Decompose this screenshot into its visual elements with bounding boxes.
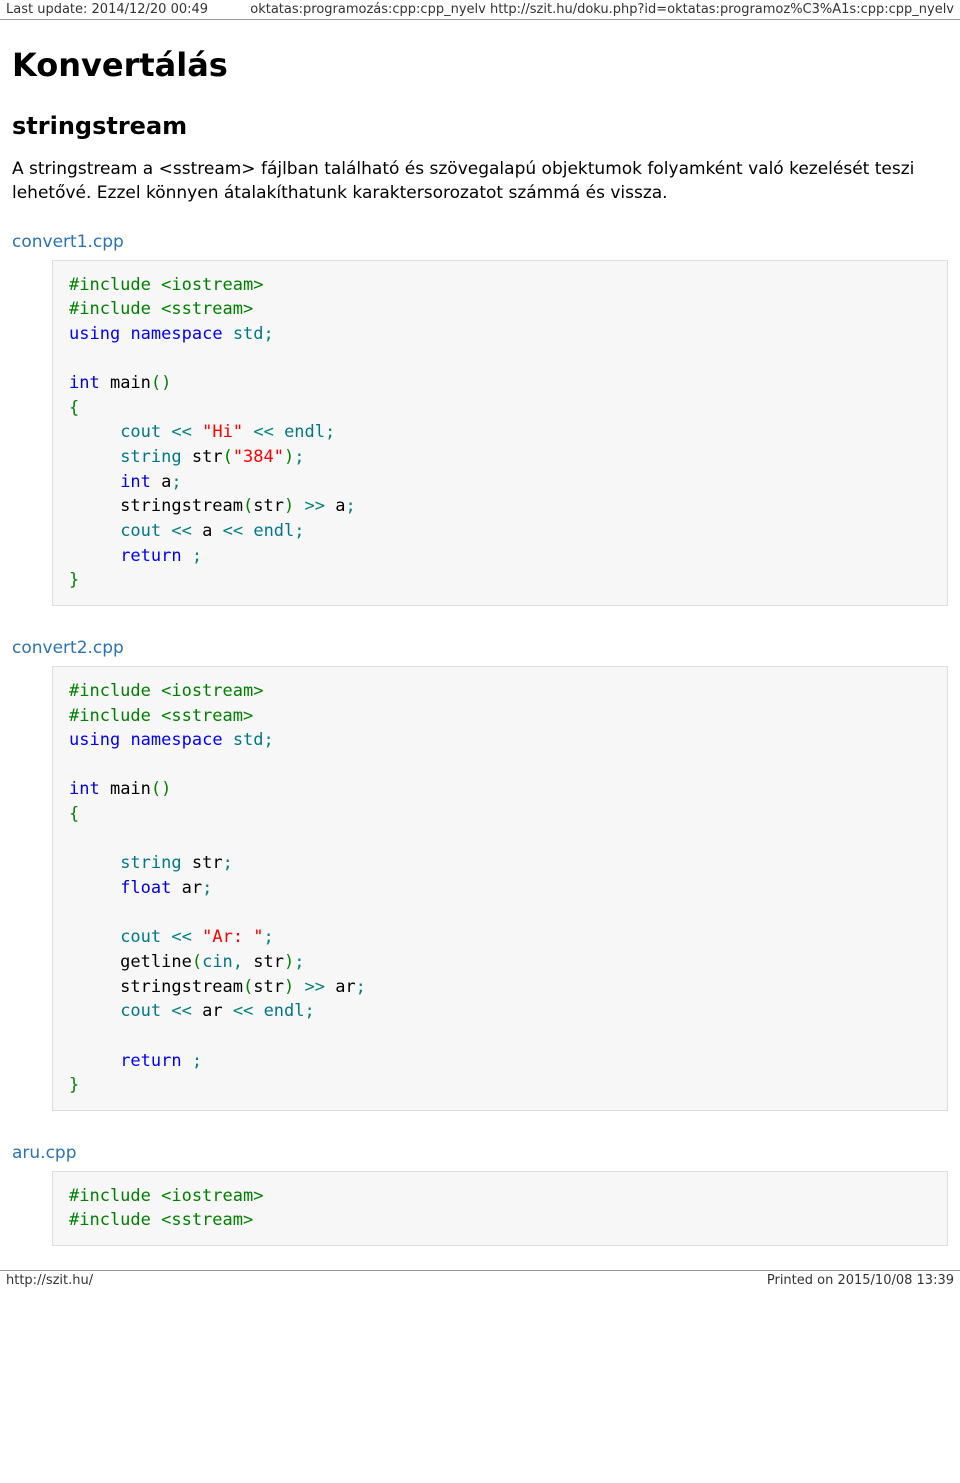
link-aru[interactable]: aru.cpp xyxy=(12,1143,77,1163)
section-title-stringstream: stringstream xyxy=(12,112,948,140)
footer-url: http://szit.hu/ xyxy=(6,1273,93,1288)
codeblock-convert1: #include <iostream> #include <sstream> u… xyxy=(52,260,948,606)
codeblock-aru: #include <iostream> #include <sstream> xyxy=(52,1171,948,1246)
intro-paragraph: A stringstream a <sstream> fájlban talál… xyxy=(12,158,948,206)
footer-bar: http://szit.hu/ Printed on 2015/10/08 13… xyxy=(0,1271,960,1292)
link-convert1[interactable]: convert1.cpp xyxy=(12,232,124,252)
link-convert2[interactable]: convert2.cpp xyxy=(12,638,124,658)
last-update-label: Last update: 2014/12/20 00:49 xyxy=(6,2,208,17)
page-path-label: oktatas:programozás:cpp:cpp_nyelv http:/… xyxy=(250,2,954,17)
page-content: Konvertálás stringstream A stringstream … xyxy=(0,20,960,1246)
codeblock-convert2: #include <iostream> #include <sstream> u… xyxy=(52,666,948,1111)
footer-printed-on: Printed on 2015/10/08 13:39 xyxy=(767,1273,954,1288)
top-meta-bar: Last update: 2014/12/20 00:49 oktatas:pr… xyxy=(0,0,960,20)
page-title: Konvertálás xyxy=(12,46,948,84)
